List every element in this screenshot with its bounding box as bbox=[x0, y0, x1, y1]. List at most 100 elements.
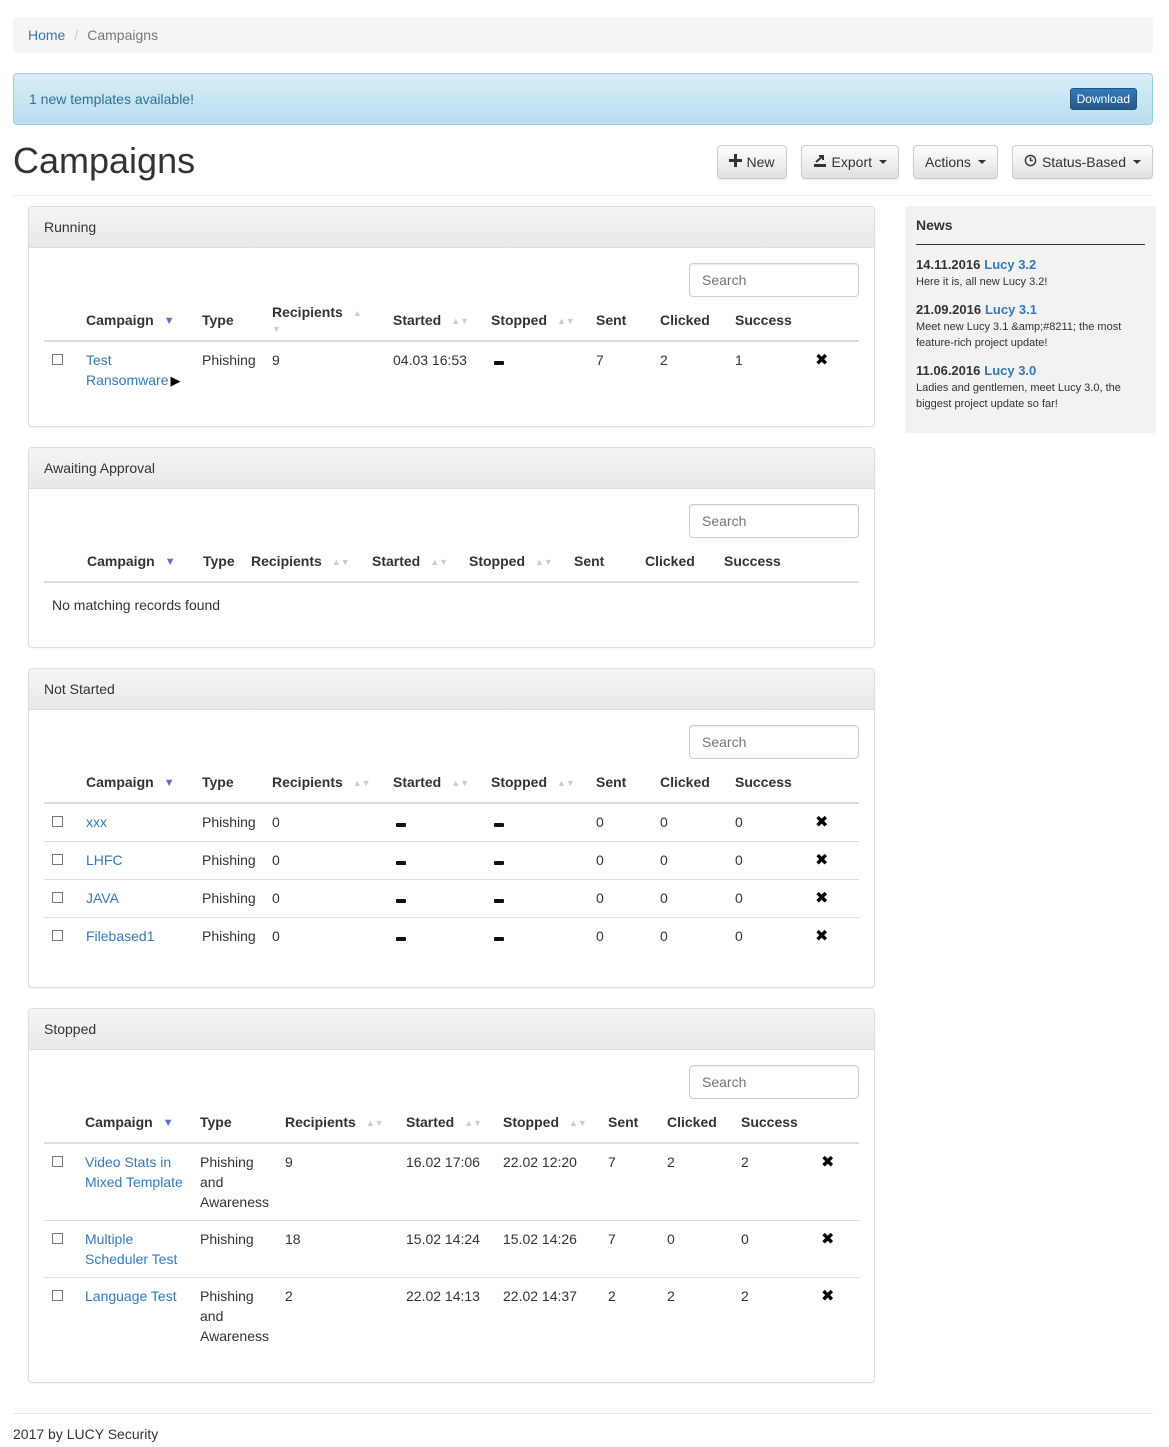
type-cell: Phishing bbox=[194, 879, 264, 918]
search-input[interactable] bbox=[689, 725, 859, 759]
column-header-sent[interactable]: Sent bbox=[600, 1105, 659, 1144]
delete-icon[interactable]: ✖ bbox=[815, 890, 828, 907]
delete-icon[interactable]: ✖ bbox=[815, 352, 828, 369]
minus-icon bbox=[396, 937, 406, 941]
campaign-link[interactable]: Multiple Scheduler Test bbox=[85, 1231, 177, 1267]
column-header-stopped[interactable]: Stopped ▲▼ bbox=[483, 303, 588, 342]
sent-cell: 7 bbox=[600, 1220, 659, 1278]
success-cell: 0 bbox=[727, 879, 807, 918]
column-header-clicked[interactable]: Clicked bbox=[652, 765, 727, 804]
new-button[interactable]: New bbox=[716, 145, 787, 179]
sent-cell: 0 bbox=[588, 879, 652, 918]
column-header-clicked[interactable]: Clicked bbox=[637, 544, 716, 583]
row-checkbox[interactable] bbox=[52, 1233, 63, 1244]
column-header-clicked[interactable]: Clicked bbox=[659, 1105, 733, 1144]
column-header-clicked[interactable]: Clicked bbox=[652, 303, 727, 342]
column-header-stopped[interactable]: Stopped ▲▼ bbox=[483, 765, 588, 804]
clicked-cell: 0 bbox=[652, 879, 727, 918]
actions-dropdown[interactable]: Actions bbox=[913, 145, 998, 179]
delete-icon[interactable]: ✖ bbox=[821, 1154, 834, 1171]
column-header-sent[interactable]: Sent bbox=[588, 765, 652, 804]
search-input[interactable] bbox=[689, 1065, 859, 1099]
templates-alert: 1 new templates available! Download bbox=[13, 73, 1153, 125]
delete-icon[interactable]: ✖ bbox=[821, 1231, 834, 1248]
chevron-down-icon bbox=[879, 160, 888, 164]
news-version-link[interactable]: Lucy 3.0 bbox=[984, 363, 1036, 378]
type-cell: Phishing bbox=[202, 352, 256, 368]
play-icon[interactable]: ▶ bbox=[170, 373, 180, 388]
sort-icon: ▲▼ bbox=[557, 777, 575, 788]
row-checkbox[interactable] bbox=[52, 354, 63, 365]
column-header-started[interactable]: Started ▲▼ bbox=[398, 1105, 495, 1144]
row-checkbox[interactable] bbox=[52, 1156, 63, 1167]
success-cell: 1 bbox=[735, 352, 743, 368]
delete-icon[interactable]: ✖ bbox=[821, 1288, 834, 1305]
breadcrumb-home-link[interactable]: Home bbox=[28, 27, 65, 43]
news-version-link[interactable]: Lucy 3.1 bbox=[985, 302, 1037, 317]
column-header-recipients[interactable]: Recipients▲▼ bbox=[277, 1105, 398, 1144]
delete-icon[interactable]: ✖ bbox=[815, 814, 828, 831]
search-input[interactable] bbox=[689, 504, 859, 538]
column-header-type[interactable]: Type bbox=[192, 1105, 277, 1144]
campaign-link[interactable]: Filebased1 bbox=[86, 928, 155, 944]
success-cell: 0 bbox=[735, 814, 743, 830]
column-header-stopped[interactable]: Stopped ▲▼ bbox=[461, 544, 566, 583]
column-header-success[interactable]: Success bbox=[733, 1105, 813, 1144]
delete-icon[interactable]: ✖ bbox=[815, 852, 828, 869]
no-records-message: No matching records found bbox=[52, 597, 221, 613]
column-header-started[interactable]: Started ▲▼ bbox=[385, 303, 483, 342]
column-header-stopped[interactable]: Stopped ▲▼ bbox=[495, 1105, 600, 1144]
alert-message: 1 new templates available! bbox=[29, 91, 194, 107]
sort-desc-icon: ▼ bbox=[163, 776, 175, 789]
search-input[interactable] bbox=[689, 263, 859, 297]
news-version-link[interactable]: Lucy 3.2 bbox=[984, 257, 1036, 272]
row-checkbox[interactable] bbox=[52, 1290, 63, 1301]
campaign-link[interactable]: LHFC bbox=[86, 852, 123, 868]
column-header-success[interactable]: Success bbox=[727, 765, 807, 804]
column-header-campaign[interactable]: Campaign ▼ bbox=[78, 303, 194, 342]
column-header-started[interactable]: Started ▲▼ bbox=[364, 544, 461, 583]
column-header-sent[interactable]: Sent bbox=[588, 303, 652, 342]
column-header-success[interactable]: Success bbox=[727, 303, 807, 342]
minus-icon bbox=[396, 861, 406, 865]
campaign-link[interactable]: Language Test bbox=[85, 1288, 177, 1304]
column-header-success[interactable]: Success bbox=[716, 544, 859, 583]
campaign-link[interactable]: Video Stats in Mixed Template bbox=[85, 1154, 183, 1190]
type-cell: Phishing bbox=[192, 1220, 277, 1278]
status-based-dropdown[interactable]: Status-Based bbox=[1011, 145, 1153, 179]
started-cell: 15.02 14:24 bbox=[398, 1220, 495, 1278]
column-header-recipients[interactable]: Recipients▲▼ bbox=[243, 544, 364, 583]
success-cell: 0 bbox=[727, 841, 807, 880]
recipients-cell: 0 bbox=[272, 814, 280, 830]
campaign-link[interactable]: JAVA bbox=[86, 890, 119, 906]
row-checkbox[interactable] bbox=[52, 892, 63, 903]
column-header-campaign[interactable]: Campaign ▼ bbox=[77, 1105, 192, 1144]
column-header-started[interactable]: Started ▲▼ bbox=[385, 765, 483, 804]
not-started-panel: Not Started Campaign▼ Type Recipients▲▼ … bbox=[28, 668, 875, 988]
column-header-campaign[interactable]: Campaign ▼ bbox=[78, 765, 194, 804]
column-header-sent[interactable]: Sent bbox=[566, 544, 637, 583]
column-header-type[interactable]: Type bbox=[194, 303, 264, 342]
column-header-campaign[interactable]: Campaign ▼ bbox=[79, 544, 195, 583]
page-title: Campaigns bbox=[13, 140, 196, 181]
column-header-type[interactable]: Type bbox=[195, 544, 243, 583]
column-header-recipients[interactable]: Recipients▲▼ bbox=[264, 303, 385, 342]
news-sidebar: News 14.11.2016 Lucy 3.2 Here it is, all… bbox=[905, 206, 1156, 433]
column-header-type[interactable]: Type bbox=[194, 765, 264, 804]
delete-icon[interactable]: ✖ bbox=[815, 928, 828, 945]
row-checkbox[interactable] bbox=[52, 854, 63, 865]
column-header-recipients[interactable]: Recipients▲▼ bbox=[264, 765, 385, 804]
row-checkbox[interactable] bbox=[52, 930, 63, 941]
toolbar: New Export Actions Status-Based bbox=[716, 145, 1153, 179]
footer: 2017 by LUCY Security bbox=[13, 1426, 159, 1442]
type-cell: Phishing bbox=[202, 814, 256, 830]
download-button[interactable]: Download bbox=[1069, 88, 1137, 110]
campaign-link[interactable]: xxx bbox=[86, 814, 107, 830]
started-cell: 04.03 16:53 bbox=[393, 352, 467, 368]
news-item: 14.11.2016 Lucy 3.2 Here it is, all new … bbox=[916, 256, 1145, 290]
panel-body: Campaign▼ Type Recipients▲▼ Started▲▼ St… bbox=[29, 710, 874, 987]
export-dropdown[interactable]: Export bbox=[800, 145, 900, 179]
sort-icon: ▲▼ bbox=[557, 315, 575, 326]
campaign-link[interactable]: Test Ransomware bbox=[86, 352, 168, 388]
row-checkbox[interactable] bbox=[52, 816, 63, 827]
